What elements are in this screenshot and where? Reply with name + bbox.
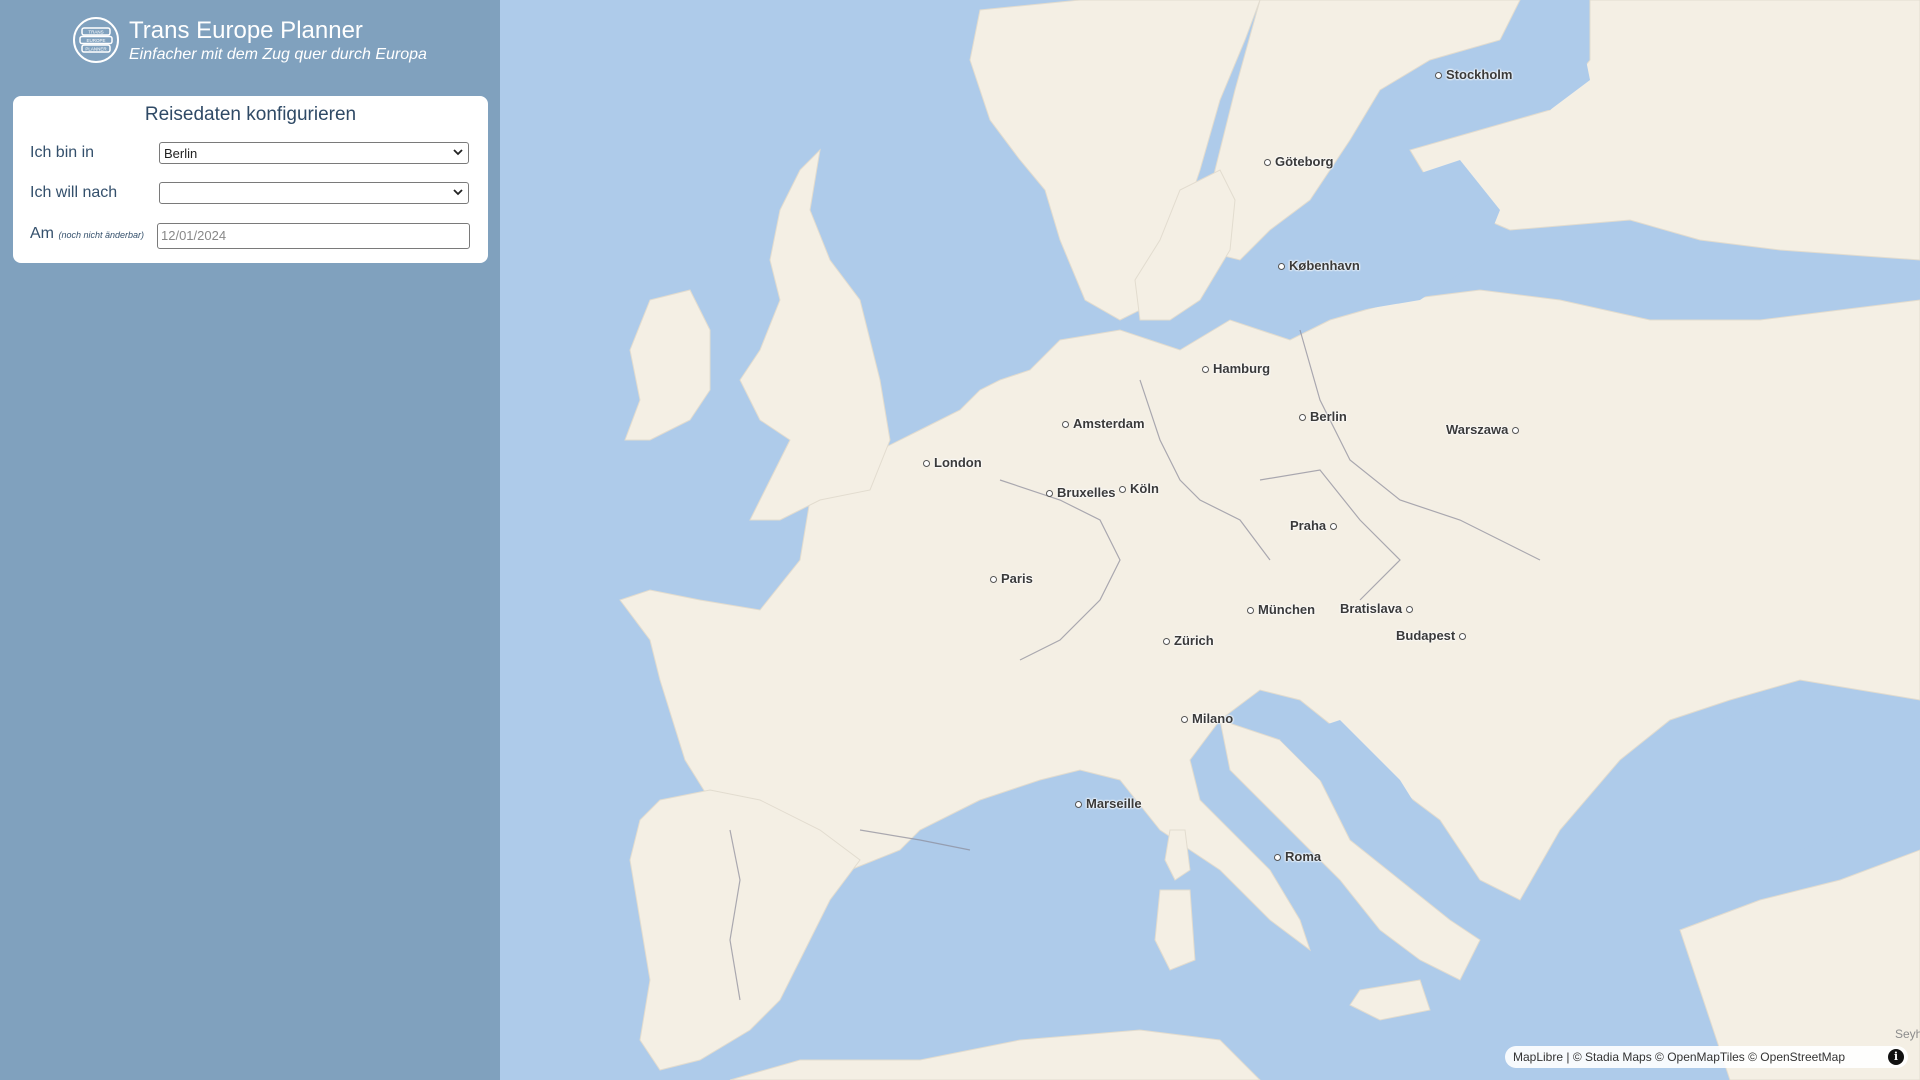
- city-label-kobenhavn: København: [1278, 258, 1360, 273]
- city-label-praha: Praha: [1290, 518, 1338, 533]
- map-attribution: MapLibre | © Stadia Maps © OpenMapTiles …: [1505, 1046, 1908, 1068]
- app-subtitle: Einfacher mit dem Zug quer durch Europa: [129, 46, 427, 63]
- svg-text:EUROPE: EUROPE: [86, 38, 105, 43]
- trans-europe-logo-icon: TRANS EUROPE PLANNER: [72, 16, 120, 64]
- trip-config-panel: Reisedaten konfigurieren Ich bin in Berl…: [13, 96, 488, 263]
- from-label: Ich bin in: [30, 144, 95, 161]
- date-label-row: Am (noch nicht änderbar): [30, 225, 144, 243]
- sidebar: TRANS EUROPE PLANNER Trans Europe Planne…: [0, 0, 500, 1080]
- city-label-bratislava: Bratislava: [1340, 601, 1414, 616]
- to-label: Ich will nach: [30, 184, 118, 201]
- chevron-down-icon: [453, 149, 463, 156]
- city-label-budapest: Budapest: [1396, 628, 1467, 643]
- map-land-layer: [619, 0, 1920, 1080]
- city-label-roma: Roma: [1274, 849, 1321, 864]
- city-label-paris: Paris: [990, 571, 1033, 586]
- city-label-marseille: Marseille: [1075, 796, 1142, 811]
- panel-heading: Reisedaten konfigurieren: [144, 104, 357, 125]
- date-placeholder: 12/01/2024: [161, 228, 227, 243]
- info-icon[interactable]: i: [1888, 1049, 1904, 1065]
- city-label-koln: Köln: [1119, 481, 1159, 496]
- city-label-london: London: [923, 455, 982, 470]
- attribution-text: | © Stadia Maps © OpenMapTiles © OpenStr…: [1563, 1050, 1846, 1064]
- city-label-milano: Milano: [1181, 711, 1233, 726]
- svg-text:TRANS: TRANS: [88, 30, 103, 35]
- city-label-hamburg: Hamburg: [1202, 361, 1270, 376]
- date-note: (noch nicht änderbar): [58, 230, 145, 240]
- city-label-stockholm: Stockholm: [1435, 67, 1512, 82]
- city-label-munchen: München: [1247, 602, 1315, 617]
- city-label-goteborg: Göteborg: [1264, 154, 1334, 169]
- city-label-warszawa: Warszawa: [1446, 422, 1520, 437]
- date-field[interactable]: 12/01/2024: [157, 223, 470, 249]
- from-select[interactable]: Berlin: [159, 142, 469, 164]
- city-label-berlin: Berlin: [1299, 409, 1347, 424]
- city-label-zurich: Zürich: [1163, 633, 1214, 648]
- maplibre-link[interactable]: MapLibre: [1513, 1050, 1563, 1064]
- chevron-down-icon: [453, 189, 463, 196]
- to-select[interactable]: [159, 182, 469, 204]
- city-label-amsterdam: Amsterdam: [1062, 416, 1145, 431]
- app-title: Trans Europe Planner: [129, 17, 363, 44]
- svg-text:PLANNER: PLANNER: [85, 47, 107, 52]
- date-label: Am: [30, 225, 54, 242]
- europe-map[interactable]: Stockholm Göteborg København Hamburg Ber…: [500, 0, 1920, 1080]
- map-edge-label: Seyh: [1895, 1027, 1920, 1041]
- from-select-value: Berlin: [164, 146, 198, 161]
- city-label-bruxelles: Bruxelles: [1046, 485, 1116, 500]
